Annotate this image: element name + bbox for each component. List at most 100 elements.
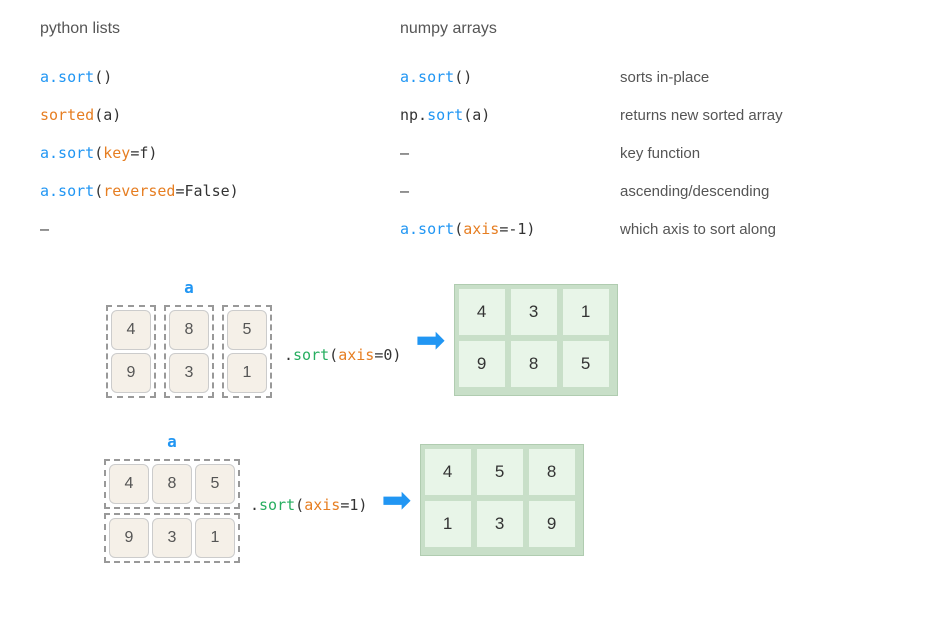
matrix-cell: 5 xyxy=(563,341,609,387)
code-token: a.sort xyxy=(40,182,94,200)
axis0-sort-label: .sort(axis=0) xyxy=(284,346,401,364)
code-token: – xyxy=(40,220,49,238)
code-token: a.sort xyxy=(40,144,94,162)
numpy-code: a.sort(axis=-1) xyxy=(400,220,620,238)
matrix-cell: 5 xyxy=(477,449,523,495)
right-arrow: ➡ xyxy=(415,322,445,358)
code-token: sort xyxy=(427,106,463,124)
numpy-code: – xyxy=(400,182,620,200)
matrix-cell: 8 xyxy=(529,449,575,495)
table-row: sorted(a) np.sort(a) returns new sorted … xyxy=(40,96,905,134)
axis1-input-matrix: a 4 8 5 9 3 1 xyxy=(100,432,244,567)
matrix-cell: 1 xyxy=(425,501,471,547)
axis0-input-matrix: a 4 9 8 3 5 1 xyxy=(100,278,278,402)
code-token: =False) xyxy=(175,182,238,200)
axis1-output-matrix: 4 5 8 1 3 9 xyxy=(420,444,584,556)
axis1-sort-label: .sort(axis=1) xyxy=(250,496,367,514)
table-row: a.sort(key=f) – key function xyxy=(40,134,905,172)
param-key: axis xyxy=(304,496,340,514)
dot: . xyxy=(250,496,259,514)
matrix-cell: 9 xyxy=(111,353,151,393)
matrix-cell: 1 xyxy=(227,353,267,393)
matrix-cell: 9 xyxy=(459,341,505,387)
python-code: – xyxy=(40,220,400,238)
code-token: a.sort xyxy=(400,68,454,86)
description: ascending/descending xyxy=(620,183,905,200)
python-code: sorted(a) xyxy=(40,106,400,124)
code-token: ( xyxy=(454,220,463,238)
axis0-label: a xyxy=(184,278,194,297)
code-token: np. xyxy=(400,106,427,124)
code-token: – xyxy=(400,182,409,200)
numpy-code: a.sort() xyxy=(400,68,620,86)
paren: ( xyxy=(295,496,304,514)
matrix-cell: 1 xyxy=(563,289,609,335)
matrix-cell: 5 xyxy=(195,464,235,504)
code-token: a.sort xyxy=(400,220,454,238)
matrix-cell: 8 xyxy=(152,464,192,504)
dot: . xyxy=(284,346,293,364)
python-header: python lists xyxy=(40,20,400,38)
description: sorts in-place xyxy=(620,69,905,86)
axis0-diagram: a 4 9 8 3 5 1 .sort(axis=0) xyxy=(100,278,905,402)
output-grid: 4 3 1 9 8 5 xyxy=(454,284,618,396)
matrix-cell: 8 xyxy=(169,310,209,350)
eq: =1) xyxy=(340,496,367,514)
method: sort xyxy=(293,346,329,364)
matrix-cell: 4 xyxy=(109,464,149,504)
section-headers: python lists numpy arrays xyxy=(40,20,905,38)
code-token: axis xyxy=(463,220,499,238)
matrix-cell: 3 xyxy=(152,518,192,558)
axis1-diagram: a 4 8 5 9 3 1 .sort(axis=1) ➡ xyxy=(100,432,905,567)
matrix-cell: 4 xyxy=(459,289,505,335)
code-token: () xyxy=(454,68,472,86)
code-token: (a) xyxy=(94,106,121,124)
code-token: reversed xyxy=(103,182,175,200)
python-code: a.sort() xyxy=(40,68,400,86)
method: sort xyxy=(259,496,295,514)
code-token: =f) xyxy=(130,144,157,162)
matrix-cell: 4 xyxy=(425,449,471,495)
description: key function xyxy=(620,145,905,162)
python-code: a.sort(reversed=False) xyxy=(40,182,400,200)
col-highlight-0: 4 9 xyxy=(106,305,156,398)
code-token: (a) xyxy=(463,106,490,124)
matrix-cell: 3 xyxy=(511,289,557,335)
comparison-table: a.sort() a.sort() sorts in-place sorted(… xyxy=(40,58,905,248)
code-token: – xyxy=(400,144,409,162)
code-token: =-1) xyxy=(499,220,535,238)
matrix-cell: 1 xyxy=(195,518,235,558)
numpy-code: – xyxy=(400,144,620,162)
description: returns new sorted array xyxy=(620,107,905,124)
table-row: – a.sort(axis=-1) which axis to sort alo… xyxy=(40,210,905,248)
numpy-code: np.sort(a) xyxy=(400,106,620,124)
table-row: a.sort() a.sort() sorts in-place xyxy=(40,58,905,96)
axis1-input: 4 8 5 9 3 1 xyxy=(100,455,244,567)
matrix-cell: 4 xyxy=(111,310,151,350)
matrix-cell: 3 xyxy=(477,501,523,547)
right-arrow: ➡ xyxy=(381,482,411,518)
diagrams-section: a 4 9 8 3 5 1 .sort(axis=0) xyxy=(40,278,905,567)
axis1-label: a xyxy=(167,432,177,451)
code-token: ( xyxy=(94,182,103,200)
matrix-cell: 3 xyxy=(169,353,209,393)
matrix-cell: 5 xyxy=(227,310,267,350)
row-highlight-1: 9 3 1 xyxy=(104,513,240,563)
table-row: a.sort(reversed=False) – ascending/desce… xyxy=(40,172,905,210)
paren: ( xyxy=(329,346,338,364)
numpy-header: numpy arrays xyxy=(400,20,620,38)
matrix-cell: 8 xyxy=(511,341,557,387)
col-highlight-2: 5 1 xyxy=(222,305,272,398)
code-token: ( xyxy=(94,144,103,162)
col-highlight-1: 8 3 xyxy=(164,305,214,398)
eq: =0) xyxy=(374,346,401,364)
row-highlight-0: 4 8 5 xyxy=(104,459,240,509)
python-code: a.sort(key=f) xyxy=(40,144,400,162)
code-token: a.sort xyxy=(40,68,94,86)
param-key: axis xyxy=(338,346,374,364)
code-token: key xyxy=(103,144,130,162)
output-grid: 4 5 8 1 3 9 xyxy=(420,444,584,556)
matrix-cell: 9 xyxy=(109,518,149,558)
description: which axis to sort along xyxy=(620,221,905,238)
matrix-cell: 9 xyxy=(529,501,575,547)
